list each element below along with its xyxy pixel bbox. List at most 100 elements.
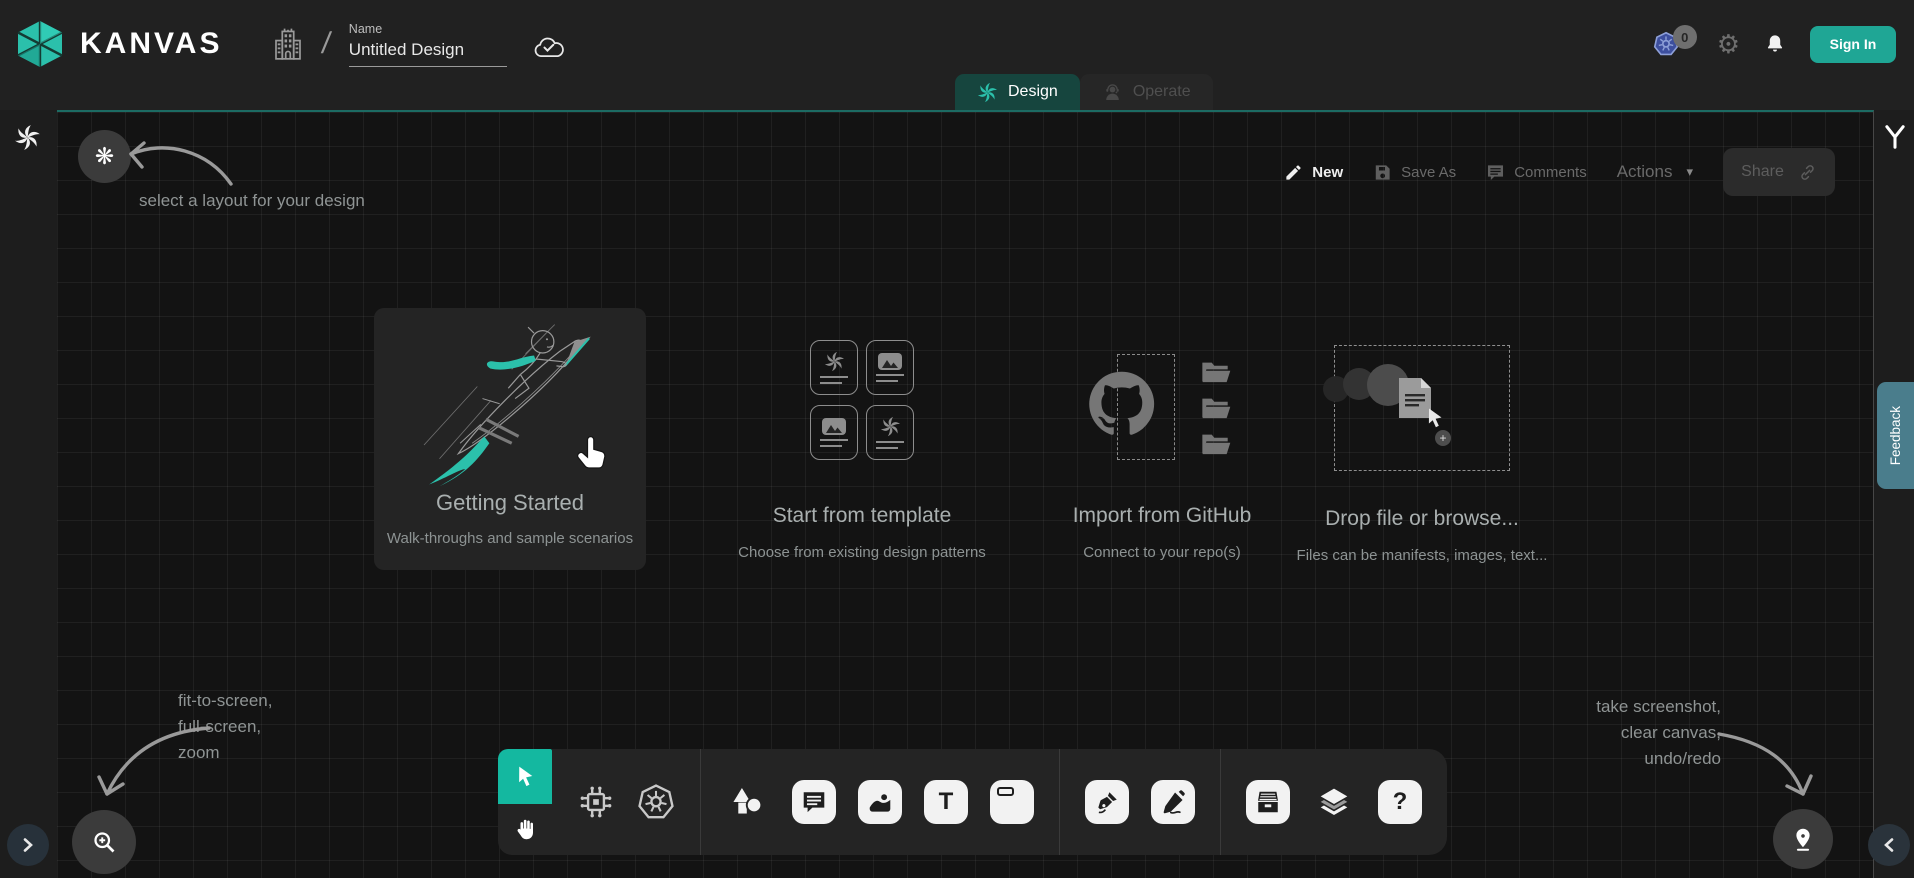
design-name-input[interactable] [349,38,507,67]
operate-headset-icon [1102,82,1123,103]
design-name-field: Name [349,22,507,67]
zoom-hint-arrow [85,716,221,808]
pencil-icon [1284,163,1303,182]
card-title: Drop file or browse... [1325,507,1519,531]
sign-in-button[interactable]: Sign In [1810,26,1896,63]
archive-tool-button[interactable] [1246,780,1290,824]
cloud-saved-icon [531,35,567,61]
canvas-action-bar: New Save As Comments Actions ▾ Share [1284,146,1835,198]
help-glyph: ? [1393,788,1408,816]
actions-label: Actions [1617,162,1673,182]
getting-started-card[interactable]: Getting Started Walk-throughs and sample… [374,308,646,570]
note-tool-button[interactable] [990,780,1034,824]
comment-icon [1486,163,1505,182]
share-link-icon [1798,163,1817,182]
folder-icon [1198,360,1234,386]
card-subtitle: Files can be manifests, images, text... [1297,547,1548,564]
layers-tool-button[interactable] [1312,780,1356,824]
drawer-icon [1255,789,1281,815]
text-tool-glyph: T [939,788,954,816]
layout-hint-text: select a layout for your design [139,188,365,214]
template-thumbnails [810,340,914,460]
select-tool-button[interactable] [498,749,552,804]
card-subtitle: Connect to your repo(s) [1083,544,1241,561]
pan-tool-button[interactable] [498,804,552,855]
template-tile-image [810,405,858,460]
annotate-pen-button[interactable] [1773,809,1833,869]
template-tile-image [866,340,914,395]
organization-icon[interactable] [272,25,304,63]
pointer-tool-column [498,749,552,855]
cursor-arrow-icon [1423,406,1447,430]
freehand-tool-button[interactable] [1151,780,1195,824]
design-spiral-icon [977,82,998,103]
kanvas-logo-icon [14,20,66,68]
floppy-disk-icon [1373,163,1392,182]
bottom-toolbar: T [498,749,1447,855]
breadcrumb: / Name [272,22,566,67]
breadcrumb-separator: / [320,27,333,61]
folder-icon [1198,432,1234,458]
share-button[interactable]: Share [1723,148,1835,196]
new-button[interactable]: New [1284,163,1343,182]
left-sidebar [0,110,57,878]
card-title: Import from GitHub [1073,504,1252,528]
tab-design[interactable]: Design [955,74,1080,110]
comments-label: Comments [1514,164,1587,181]
help-tool-button[interactable]: ? [1378,780,1422,824]
repo-folders [1198,360,1234,458]
template-tile-spiral [866,405,914,460]
snowflake-icon: ❋ [95,143,114,170]
kanvas-app: KANVAS / Name Design Operate [0,0,1914,878]
start-from-template-card[interactable]: Start from template Choose from existing… [712,340,1012,561]
settings-gear-icon[interactable]: ⚙ [1717,31,1740,57]
mode-tabs: Design Operate [955,74,1213,110]
card-title: Getting Started [436,490,584,516]
drop-file-card[interactable]: + Drop file or browse... Files can be ma… [1272,345,1572,564]
header-actions: 0 ⚙ Sign In [1653,0,1896,88]
components-tool-button[interactable] [577,783,615,821]
hand-icon [513,817,538,842]
collapse-right-panel-button[interactable] [1868,824,1910,866]
magnifier-plus-icon [91,829,118,856]
feedback-tab[interactable]: Feedback [1877,382,1914,489]
kubernetes-tool-button[interactable] [637,783,675,821]
save-as-label: Save As [1401,164,1456,181]
zoom-button[interactable] [72,810,136,874]
chevron-right-icon [20,837,36,853]
save-as-button[interactable]: Save As [1373,163,1456,182]
shapes-tool-button[interactable] [726,780,770,824]
design-name-label: Name [349,22,507,36]
screenshot-hint-text: take screenshot, clear canvas, undo/redo [1596,694,1721,772]
app-name: KANVAS [80,27,222,61]
cluster-status-button[interactable]: 0 [1653,27,1693,61]
github-graphic [1062,344,1262,470]
actions-dropdown[interactable]: Actions ▾ [1617,162,1693,182]
yaml-fork-icon[interactable] [1882,122,1908,152]
plus-badge: + [1435,430,1451,446]
new-label: New [1312,164,1343,181]
spiral-logo-icon[interactable] [14,124,41,151]
text-tool-button[interactable]: T [924,780,968,824]
notifications-bell-icon[interactable] [1764,32,1786,56]
chevron-down-icon: ▾ [1686,164,1693,180]
right-sidebar: Feedback [1874,110,1914,878]
comments-button[interactable]: Comments [1486,163,1587,182]
layers-icon [1317,785,1351,819]
comment-icon [801,789,827,815]
comment-tool-button[interactable] [792,780,836,824]
image-tool-button[interactable] [858,780,902,824]
pen-path-icon [1094,789,1120,815]
expand-left-panel-button[interactable] [7,824,49,866]
tab-operate[interactable]: Operate [1080,74,1213,110]
card-subtitle: Choose from existing design patterns [738,544,986,561]
brand-row: KANVAS / Name [14,0,567,88]
template-tile-spiral [810,340,858,395]
chevron-left-icon [1881,837,1897,853]
design-canvas[interactable]: ❋ select a layout for your design New Sa… [57,110,1874,878]
tab-operate-label: Operate [1133,83,1191,101]
card-subtitle: Walk-throughs and sample scenarios [387,530,633,547]
github-icon [1084,366,1160,442]
pen-tool-button[interactable] [1085,780,1129,824]
drop-zone[interactable]: + [1334,345,1510,471]
